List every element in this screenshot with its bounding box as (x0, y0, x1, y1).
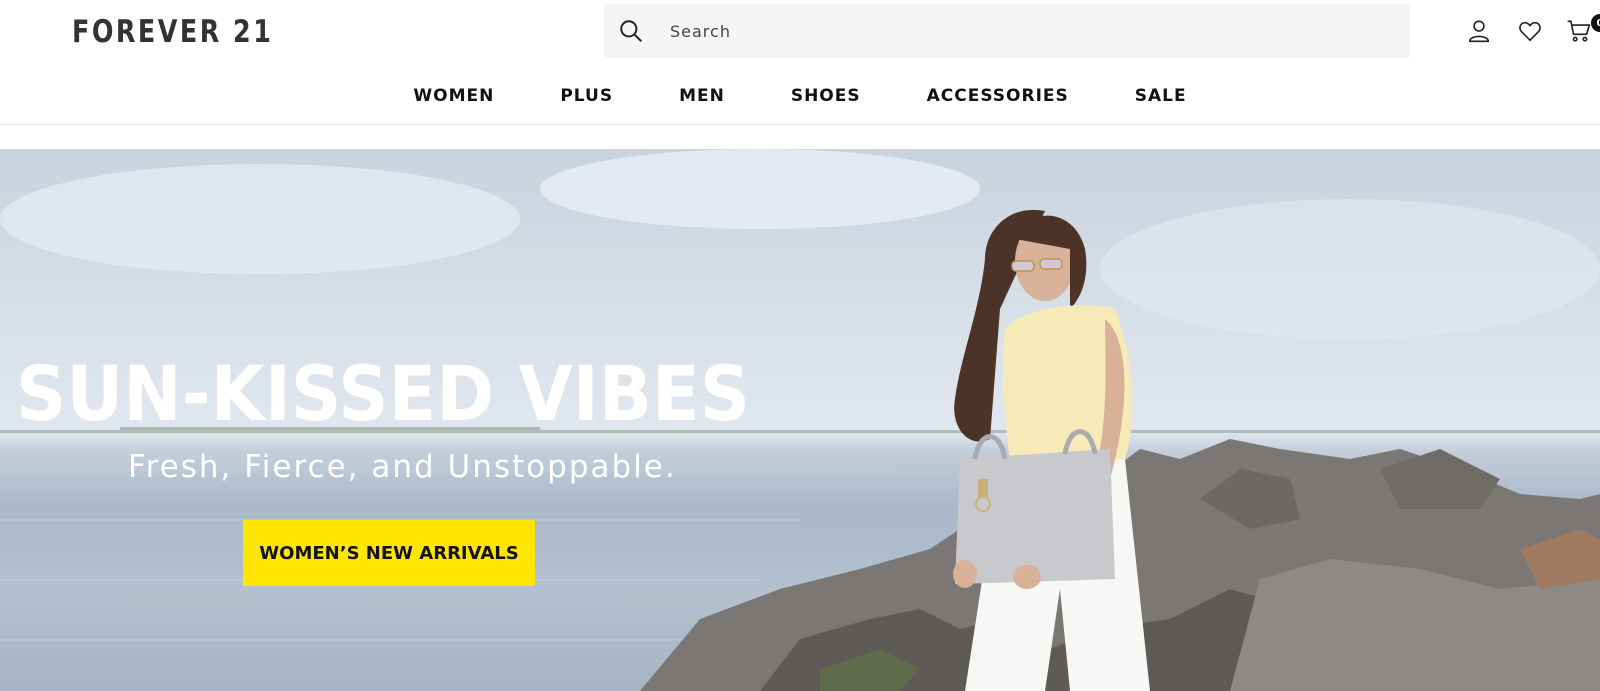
user-icon[interactable] (1466, 18, 1492, 44)
cart-button[interactable]: 0 (1566, 14, 1600, 46)
nav-item-accessories[interactable]: ACCESSORIES (927, 86, 1069, 116)
cart-count-badge: 0 (1591, 14, 1600, 32)
cart-icon (1567, 20, 1591, 42)
nav-item-men[interactable]: MEN (679, 86, 725, 116)
hero-title: SUN-KISSED VIBES (16, 349, 751, 438)
hero-subtitle: Fresh, Fierce, and Unstoppable. (128, 449, 677, 485)
main-navigation: WOMEN PLUS MEN SHOES ACCESSORIES SALE (0, 86, 1600, 116)
search-icon[interactable] (618, 18, 644, 44)
brand-logo[interactable]: FOREVER 21 (72, 14, 273, 50)
search-bar[interactable] (604, 4, 1410, 58)
heart-icon[interactable] (1517, 18, 1543, 44)
hero-banner[interactable]: SUN-KISSED VIBES Fresh, Fierce, and Unst… (0, 149, 1600, 691)
nav-item-plus[interactable]: PLUS (560, 86, 613, 116)
nav-item-women[interactable]: WOMEN (413, 86, 494, 116)
womens-new-arrivals-button[interactable]: WOMEN’S NEW ARRIVALS (243, 520, 535, 586)
nav-item-sale[interactable]: SALE (1135, 86, 1187, 116)
site-header: FOREVER 21 0 WOMEN PLUS MEN SHOES ACCESS… (0, 0, 1600, 125)
search-input[interactable] (670, 21, 1370, 41)
nav-item-shoes[interactable]: SHOES (791, 86, 861, 116)
